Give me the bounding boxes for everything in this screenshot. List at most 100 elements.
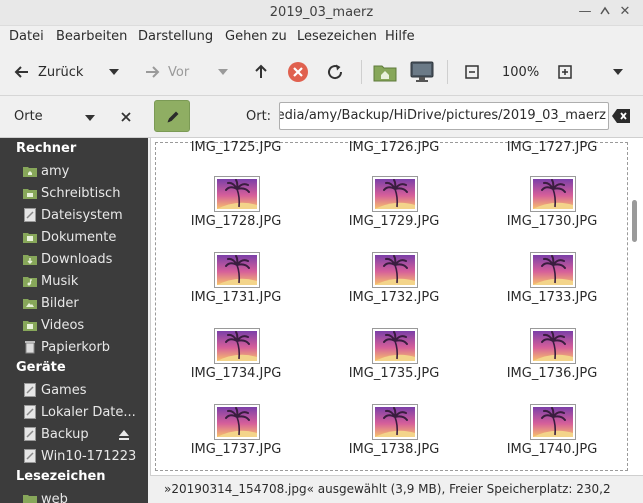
menu-darstellung[interactable]: Darstellung [138, 29, 213, 44]
status-bar: »20190314_154708.jpg« ausgewählt (3,9 MB… [150, 475, 643, 503]
home-folder-icon [373, 65, 397, 82]
file-name: IMG_1733.JPG [506, 290, 598, 305]
home-button[interactable] [373, 60, 397, 84]
file-item[interactable]: IMG_1727.JPG [492, 138, 612, 162]
sidebar-item-web[interactable]: web [23, 489, 137, 503]
sidebar-item-dateisystem[interactable]: Dateisystem [23, 205, 137, 225]
menu-gehen-zu[interactable]: Gehen zu [225, 29, 287, 44]
arrow-right-icon [146, 66, 160, 78]
stop-button[interactable] [287, 60, 309, 84]
sidebar-item-label: Papierkorb [41, 339, 111, 355]
back-history-dropdown[interactable] [108, 60, 120, 84]
file-name: IMG_1738.JPG [348, 442, 440, 457]
toolbar: Zurück Vor 100% [0, 48, 643, 96]
stop-icon [288, 62, 308, 82]
folder-icon [23, 252, 37, 266]
file-item[interactable]: IMG_1732.JPG [334, 252, 454, 312]
file-item[interactable]: IMG_1729.JPG [334, 176, 454, 236]
close-window-button[interactable]: ✕ [617, 4, 633, 20]
section-rechner: Rechner [16, 141, 77, 156]
sidebar-item-dokumente[interactable]: Dokumente [23, 227, 137, 247]
menu-lesezeichen[interactable]: Lesezeichen [297, 29, 377, 44]
sidebar-item-label: Backup [41, 426, 89, 442]
desktop-folder-icon [23, 186, 37, 200]
window-title: 2019_03_maerz [269, 5, 374, 20]
reload-button[interactable] [326, 60, 344, 84]
location-input[interactable]: /media/amy/Backup/HiDrive/pictures/2019_… [279, 102, 609, 130]
menu-bearbeiten[interactable]: Bearbeiten [56, 29, 127, 44]
drive-icon [23, 427, 37, 441]
file-item[interactable]: IMG_1730.JPG [492, 176, 612, 236]
sidebar-item-amy[interactable]: amy [23, 161, 137, 181]
toolbar-separator [361, 60, 362, 84]
sidebar-mode-dropdown-icon[interactable] [84, 114, 96, 122]
menu-datei[interactable]: Datei [9, 29, 44, 44]
computer-button[interactable] [410, 60, 434, 84]
sidebar-item-label: Win10-171223 [41, 448, 137, 464]
file-item[interactable]: IMG_1731.JPG [176, 252, 296, 312]
sidebar-item-papierkorb[interactable]: Papierkorb [23, 337, 137, 357]
eject-icon[interactable] [118, 429, 130, 441]
forward-history-dropdown[interactable] [217, 60, 229, 84]
sidebar-item-win10[interactable]: Win10-171223 [23, 446, 137, 466]
places-sidebar: Rechner amy Schreibtisch Dateisystem Dok… [0, 138, 148, 503]
forward-button[interactable]: Vor [144, 60, 189, 84]
file-item[interactable]: IMG_1740.JPG [492, 404, 612, 464]
sidebar-item-videos[interactable]: Videos [23, 315, 137, 335]
arrow-left-icon [14, 66, 28, 78]
file-item[interactable]: IMG_1725.JPG [176, 138, 296, 162]
file-item[interactable]: IMG_1737.JPG [176, 404, 296, 464]
file-item[interactable]: IMG_1738.JPG [334, 404, 454, 464]
sidebar-item-bilder[interactable]: Bilder [23, 293, 137, 313]
file-item[interactable]: IMG_1735.JPG [334, 328, 454, 388]
dropdown-arrow-icon [613, 69, 623, 75]
image-thumbnail-icon [530, 252, 576, 288]
image-thumbnail-icon [372, 252, 418, 288]
sidebar-item-lokaler-datentraeger[interactable]: Lokaler Date... [23, 402, 137, 422]
menu-hilfe[interactable]: Hilfe [385, 29, 415, 44]
title-bar: 2019_03_maerz — ✕ [0, 0, 643, 26]
up-button[interactable] [253, 60, 269, 84]
sidebar-item-label: Schreibtisch [41, 185, 121, 201]
location-bar: Orte Ort: /media/amy/Backup/HiDrive/pict… [0, 96, 643, 138]
file-view[interactable]: IMG_1725.JPG IMG_1726.JPG IMG_1727.JPG I… [150, 138, 643, 475]
vertical-scrollbar[interactable] [632, 200, 637, 242]
image-thumbnail-icon [372, 404, 418, 440]
sidebar-item-label: Bilder [41, 295, 79, 311]
close-sidebar-icon[interactable] [120, 111, 132, 123]
file-name: IMG_1730.JPG [506, 214, 598, 229]
file-item[interactable]: IMG_1733.JPG [492, 252, 612, 312]
view-options-dropdown[interactable] [612, 60, 624, 84]
zoom-in-button[interactable] [558, 60, 572, 84]
back-button[interactable]: Zurück [14, 60, 83, 84]
drive-icon [23, 449, 37, 463]
file-name: IMG_1735.JPG [348, 366, 440, 381]
zoom-out-button[interactable] [465, 60, 479, 84]
zoom-level[interactable]: 100% [502, 60, 539, 84]
zoom-out-icon [465, 65, 479, 79]
sidebar-item-label: web [41, 491, 68, 503]
clear-location-icon[interactable] [611, 108, 631, 124]
toggle-location-entry-button[interactable] [154, 100, 190, 132]
file-name: IMG_1729.JPG [348, 214, 440, 229]
file-item[interactable]: IMG_1734.JPG [176, 328, 296, 388]
sidebar-item-downloads[interactable]: Downloads [23, 249, 137, 269]
sidebar-item-schreibtisch[interactable]: Schreibtisch [23, 183, 137, 203]
image-thumbnail-icon [530, 328, 576, 364]
file-name: IMG_1732.JPG [348, 290, 440, 305]
minimize-button[interactable]: — [577, 4, 593, 20]
maximize-icon [600, 6, 610, 15]
file-item[interactable]: IMG_1726.JPG [334, 138, 454, 162]
sidebar-item-label: Videos [41, 317, 85, 333]
image-thumbnail-icon [214, 176, 260, 212]
file-item[interactable]: IMG_1728.JPG [176, 176, 296, 236]
file-item[interactable]: IMG_1736.JPG [492, 328, 612, 388]
sidebar-item-musik[interactable]: Musik [23, 271, 137, 291]
sidebar-item-games[interactable]: Games [23, 380, 137, 400]
drive-icon [23, 208, 37, 222]
maximize-button[interactable] [597, 4, 613, 20]
reload-icon [328, 64, 343, 80]
sidebar-item-label: Musik [41, 273, 79, 289]
file-name: IMG_1731.JPG [190, 290, 282, 305]
pencil-icon [167, 111, 179, 123]
